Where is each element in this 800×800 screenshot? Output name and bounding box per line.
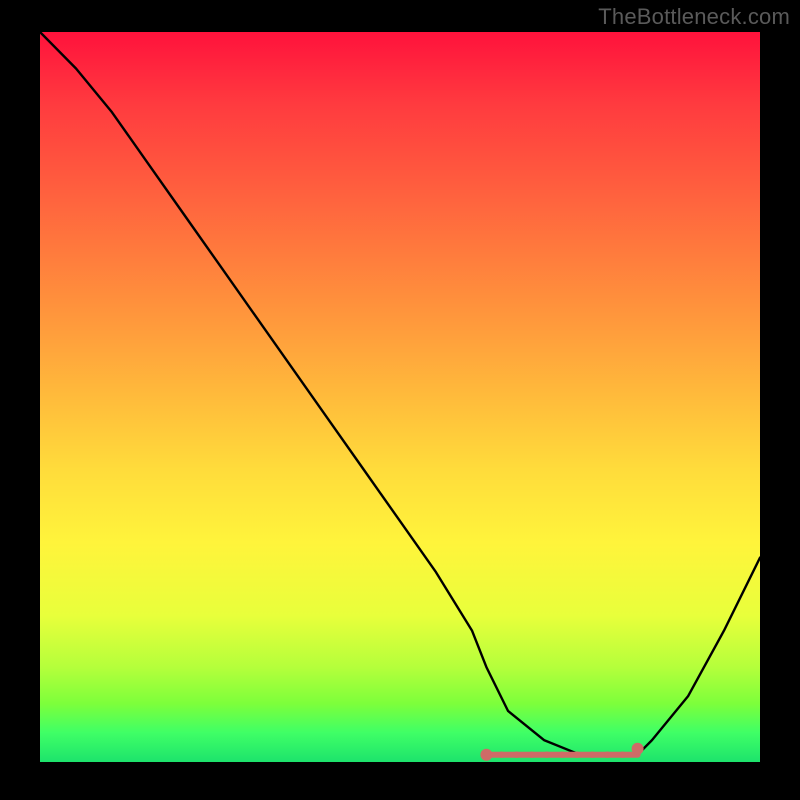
chart-svg-overlay xyxy=(40,32,760,762)
bottleneck-curve-path xyxy=(40,32,760,755)
bottleneck-curve-group xyxy=(40,32,760,755)
minimum-marker-dot xyxy=(498,752,504,758)
minimum-marker-dot xyxy=(559,752,565,758)
minimum-marker-group xyxy=(480,743,643,761)
minimum-marker-dot xyxy=(529,752,535,758)
chart-frame: TheBottleneck.com xyxy=(0,0,800,800)
minimum-marker-dot xyxy=(513,752,519,758)
minimum-marker-dot xyxy=(619,752,625,758)
minimum-marker-dot xyxy=(544,752,550,758)
minimum-marker-dot xyxy=(589,752,595,758)
minimum-marker-dot xyxy=(574,752,580,758)
watermark-text: TheBottleneck.com xyxy=(598,4,790,30)
minimum-marker-endpoint xyxy=(632,743,644,755)
minimum-marker-endpoint xyxy=(480,749,492,761)
minimum-marker-dot xyxy=(604,752,610,758)
